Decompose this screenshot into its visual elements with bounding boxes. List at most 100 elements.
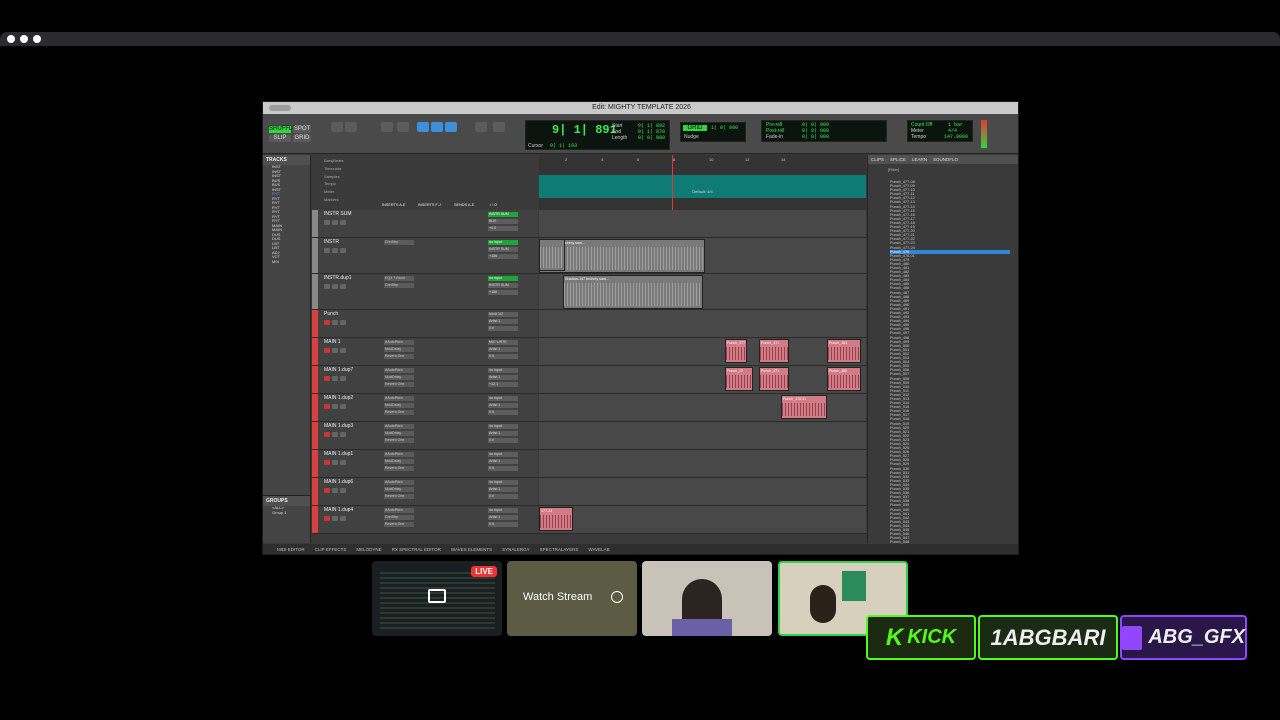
track-edit-lane[interactable]: 477-24 — [539, 506, 866, 533]
track-name[interactable]: INSTR — [324, 239, 339, 245]
insert-slot[interactable]: ChnStrp — [384, 283, 414, 288]
audio-clip[interactable] — [539, 239, 565, 271]
insert-slot[interactable]: ModDelay — [384, 459, 414, 464]
solo-button[interactable] — [332, 516, 338, 521]
track-edit-lane[interactable] — [539, 210, 866, 237]
record-button[interactable] — [324, 248, 330, 253]
insert-slot[interactable]: ModDelay — [384, 347, 414, 352]
track-header[interactable]: MAIN 1.dup2 AAutoPitch ModDelay Reverb One n… — [312, 394, 538, 421]
io-slot[interactable]: Artist 1 — [488, 403, 518, 408]
close-dot-icon[interactable] — [7, 35, 15, 43]
insert-slot[interactable]: ModDelay — [384, 375, 414, 380]
transport-settings[interactable]: Pre-roll Post-roll Fade-in 0| 0| 000 0| … — [761, 120, 887, 142]
stream-tile-screenshare[interactable]: LIVE — [372, 561, 502, 636]
record-button[interactable] — [324, 320, 330, 325]
bottom-tab[interactable]: RX SPECTRAL EDITOR — [392, 547, 441, 552]
io-slot[interactable]: BUS — [488, 219, 518, 224]
pencil-tool-icon[interactable] — [493, 122, 505, 132]
insert-slot[interactable]: AAutoPitch — [384, 368, 414, 373]
io-slot[interactable]: no input — [488, 368, 518, 373]
audio-clip[interactable]: Shadow-147 bruhmy sam... — [563, 275, 703, 309]
ruler-label[interactable]: Bars|Beats — [324, 157, 344, 165]
track-header[interactable]: MAIN 1.dup6 AAutoPitch ModDelay Reverb One n… — [312, 478, 538, 505]
mode-slip-button[interactable]: SLIP — [269, 135, 291, 142]
record-button[interactable] — [324, 516, 330, 521]
audio-clip[interactable]: Punch_477 — [725, 339, 747, 363]
audio-clip[interactable]: Punch_47 — [725, 367, 753, 391]
grid-nudge-display[interactable]: GRID 1| 0| 000 Nudge — [680, 122, 746, 142]
io-slot[interactable]: Artist 1 — [488, 515, 518, 520]
io-slot[interactable]: INSTR SUM — [488, 283, 518, 288]
record-button[interactable] — [324, 376, 330, 381]
bottom-tab[interactable]: MELODYNE — [356, 547, 381, 552]
track-name[interactable]: INSTR.dup1 — [324, 275, 352, 281]
solo-button[interactable] — [332, 248, 338, 253]
track-header[interactable]: MAIN 1 AAutoPitch ModDelay Reverb One MIC L/… — [312, 338, 538, 365]
io-slot[interactable]: +156 — [488, 290, 518, 295]
solo-button[interactable] — [332, 376, 338, 381]
track-header[interactable]: MAIN 1.dup3 AAutoPitch ModDelay Reverb One n… — [312, 422, 538, 449]
record-button[interactable] — [324, 284, 330, 289]
insert-slot[interactable]: ChnStrp — [384, 515, 414, 520]
io-slot[interactable]: 0.0 — [488, 522, 518, 527]
record-button[interactable] — [324, 348, 330, 353]
track-header[interactable]: INSTR.dup1 EQ3 7-Band ChnStrp no input INSTR… — [312, 274, 538, 309]
io-slot[interactable]: 0.0 — [488, 438, 518, 443]
solo-button[interactable] — [332, 404, 338, 409]
insert-slot[interactable]: Reverb One — [384, 410, 414, 415]
io-slot[interactable]: +0.0 — [488, 226, 518, 231]
insert-slot[interactable]: Reverb One — [384, 522, 414, 527]
track-edit-lane[interactable]: Punch_47 Punch_471 Punch_466 — [539, 366, 866, 393]
track-edit-lane[interactable]: Punch_478.01 — [539, 394, 866, 421]
io-slot[interactable]: Artist 1 — [488, 459, 518, 464]
zoom-dot-icon[interactable] — [33, 35, 41, 43]
bottom-tab[interactable]: WAVES ELEMENTS — [451, 547, 492, 552]
insert-slot[interactable]: AAutoPitch — [384, 452, 414, 457]
clips-tab[interactable]: LEARN — [912, 157, 927, 162]
track-name[interactable]: MAIN 1.dup6 — [324, 479, 353, 485]
ruler-label[interactable]: Tempo — [324, 180, 344, 188]
track-name[interactable]: MAIN 1.dup1 — [324, 451, 353, 457]
insert-slot[interactable]: Reverb One — [384, 466, 414, 471]
io-slot[interactable]: +12.1 — [488, 382, 518, 387]
trim-tool-icon[interactable] — [381, 122, 393, 132]
mute-button[interactable] — [340, 460, 346, 465]
io-slot[interactable]: no input — [488, 240, 518, 245]
main-counter[interactable]: 9| 1| 891 Start End Length 9| 1| 892 9| … — [525, 120, 670, 150]
length-value[interactable]: 0| 0| 000 — [638, 135, 665, 141]
mute-button[interactable] — [340, 376, 346, 381]
solo-button[interactable] — [332, 348, 338, 353]
track-name[interactable]: MAIN 1 — [324, 339, 341, 345]
scrubber-tool-icon[interactable] — [475, 122, 487, 132]
record-button[interactable] — [324, 460, 330, 465]
track-edit-lane[interactable] — [539, 422, 866, 449]
io-slot[interactable]: Artist 1 — [488, 431, 518, 436]
io-slot[interactable]: MIC L/RTE — [488, 340, 518, 345]
insert-slot[interactable]: Reverb One — [384, 382, 414, 387]
track-name[interactable]: MAIN 1.dup2 — [324, 395, 353, 401]
record-button[interactable] — [324, 404, 330, 409]
clips-filter[interactable]: [Filter] — [868, 164, 1018, 175]
bottom-tab[interactable]: MIDI EDITOR — [277, 547, 305, 552]
solo-button[interactable] — [332, 220, 338, 225]
track-edit-lane[interactable]: Shadow-147 bruhmy sam... — [539, 274, 866, 309]
audio-clip[interactable]: 477-24 — [539, 507, 573, 531]
mode-grid-button[interactable]: GRID — [293, 135, 311, 142]
io-slot[interactable]: Vox# 1/2 — [488, 312, 518, 317]
track-name[interactable]: INSTR SUM — [324, 211, 352, 217]
solo-button[interactable] — [332, 432, 338, 437]
io-slot[interactable]: 0.0 — [488, 494, 518, 499]
stream-tile-watch[interactable]: Watch Stream — [507, 561, 637, 636]
insert-slot[interactable]: Reverb One — [384, 438, 414, 443]
io-slot[interactable]: Artist 1 — [488, 319, 518, 324]
clips-tab[interactable]: SPLICE — [890, 157, 906, 162]
io-slot[interactable]: 0.0 — [488, 466, 518, 471]
solo-button[interactable] — [332, 320, 338, 325]
solo-button[interactable] — [332, 460, 338, 465]
bottom-tab[interactable]: CLIP EFFECTS — [315, 547, 347, 552]
zoom-out-icon[interactable] — [331, 122, 343, 132]
mute-button[interactable] — [340, 220, 346, 225]
mute-button[interactable] — [340, 348, 346, 353]
io-slot[interactable]: no input — [488, 480, 518, 485]
mute-button[interactable] — [340, 248, 346, 253]
